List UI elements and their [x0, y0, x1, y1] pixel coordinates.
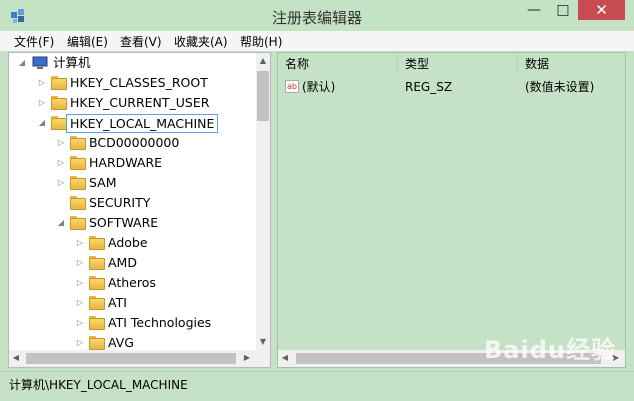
value-data: (数值未设置): [525, 80, 595, 94]
folder-icon: [51, 76, 67, 90]
tree-item[interactable]: ▷ ATI Technologies: [9, 313, 254, 333]
folder-icon: [70, 196, 86, 210]
tree-item-label: BCD00000000: [89, 135, 180, 150]
expand-arrow-icon[interactable]: ▷: [75, 273, 85, 293]
tree-item[interactable]: SECURITY: [9, 193, 254, 213]
collapse-arrow-icon[interactable]: ◢: [56, 213, 66, 233]
menu-edit[interactable]: 编辑(E): [67, 33, 108, 50]
tree-item-label: AMD: [108, 255, 137, 270]
folder-icon: [51, 116, 67, 130]
tree-item-label: ATI Technologies: [108, 315, 212, 330]
folder-icon: [89, 276, 105, 290]
folder-icon: [70, 136, 86, 150]
tree-item[interactable]: ◢ SOFTWARE: [9, 213, 254, 233]
list-item[interactable]: ab (默认) REG_SZ (数值未设置): [278, 77, 625, 97]
value-type: REG_SZ: [405, 80, 453, 94]
folder-icon: [89, 296, 105, 310]
string-value-icon: ab: [285, 80, 299, 93]
expand-arrow-icon[interactable]: ▷: [75, 293, 85, 313]
tree-item-computer[interactable]: ◢ 计算机: [9, 53, 249, 73]
expand-arrow-icon[interactable]: ▷: [56, 173, 66, 193]
values-list[interactable]: 名称 类型 数据 ab (默认) REG_SZ (数值未设置) ◀ ▶: [277, 52, 626, 368]
menu-favorites[interactable]: 收藏夹(A): [174, 33, 228, 50]
menu-help[interactable]: 帮助(H): [240, 33, 282, 50]
expand-arrow-icon[interactable]: ▷: [56, 153, 66, 173]
menu-bar: 文件(F) 编辑(E) 查看(V) 收藏夹(A) 帮助(H): [0, 31, 634, 51]
tree-item[interactable]: ▷ Adobe: [9, 233, 254, 253]
expand-arrow-icon[interactable]: ▷: [75, 313, 85, 333]
tree-item-label: SAM: [89, 175, 117, 190]
minimize-button[interactable]: —: [520, 0, 548, 20]
computer-icon: [32, 56, 48, 69]
scroll-up-icon[interactable]: ▲: [256, 53, 270, 69]
expand-arrow-icon[interactable]: ▷: [37, 93, 47, 113]
registry-tree[interactable]: ◢ 计算机 ▷ HKEY_CLASSES_ROOT ▷ HKEY_CURRENT_US…: [8, 52, 271, 368]
tree-item-label: HKEY_LOCAL_MACHINE: [66, 114, 219, 133]
title-bar: 注册表编辑器 — □ ✕: [0, 0, 634, 31]
expand-arrow-icon[interactable]: ▷: [75, 253, 85, 273]
menu-view[interactable]: 查看(V): [120, 33, 162, 50]
scroll-left-icon[interactable]: ◀: [278, 350, 292, 366]
expand-arrow-icon[interactable]: ▷: [56, 133, 66, 153]
scroll-left-icon[interactable]: ◀: [9, 350, 23, 366]
tree-item[interactable]: ▷ AMD: [9, 253, 254, 273]
scroll-right-icon[interactable]: ▶: [240, 350, 254, 366]
folder-icon: [89, 256, 105, 270]
expand-arrow-icon[interactable]: ▷: [75, 233, 85, 253]
folder-icon: [70, 156, 86, 170]
tree-item-label: SOFTWARE: [89, 215, 159, 230]
tree-scroll-thumb[interactable]: [257, 71, 269, 121]
status-bar: 计算机\HKEY_LOCAL_MACHINE: [0, 371, 634, 401]
column-header-type[interactable]: 类型: [398, 53, 518, 75]
column-header-name[interactable]: 名称: [278, 53, 398, 75]
tree-hscroll-thumb[interactable]: [26, 353, 236, 364]
tree-item-label: HKEY_CLASSES_ROOT: [70, 75, 208, 90]
tree-item[interactable]: ▷ Atheros: [9, 273, 254, 293]
tree-item-label: Adobe: [108, 235, 148, 250]
folder-icon: [51, 96, 67, 110]
tree-item-label: HKEY_CURRENT_USER: [70, 95, 210, 110]
tree-item[interactable]: ▷ HKEY_CURRENT_USER: [9, 93, 254, 113]
scroll-down-icon[interactable]: ▼: [256, 334, 270, 350]
watermark: Baidu经验: [484, 336, 616, 364]
tree-item-label: Atheros: [108, 275, 156, 290]
folder-icon: [89, 236, 105, 250]
tree-item-label: ATI: [108, 295, 127, 310]
current-key-path: 计算机\HKEY_LOCAL_MACHINE: [9, 378, 188, 392]
tree-horizontal-scrollbar[interactable]: ◀ ▶: [9, 350, 256, 367]
tree-item[interactable]: ▷ HKEY_CLASSES_ROOT: [9, 73, 254, 93]
column-header-data[interactable]: 数据: [518, 53, 625, 75]
tree-item-label: HARDWARE: [89, 155, 163, 170]
tree-item[interactable]: ▷ BCD00000000: [9, 133, 254, 153]
tree-item[interactable]: ▷ ATI: [9, 293, 254, 313]
folder-icon: [70, 216, 86, 230]
tree-vertical-scrollbar[interactable]: ▲ ▼: [256, 53, 270, 350]
scrollbar-corner: [256, 350, 270, 367]
menu-file[interactable]: 文件(F): [14, 33, 54, 50]
tree-item[interactable]: ▷ HARDWARE: [9, 153, 254, 173]
tree-item-label: SECURITY: [89, 195, 151, 210]
collapse-arrow-icon[interactable]: ◢: [17, 53, 27, 73]
maximize-button[interactable]: □: [549, 0, 577, 20]
tree-item[interactable]: ◢ HKEY_LOCAL_MACHINE: [9, 113, 254, 133]
close-button[interactable]: ✕: [578, 0, 625, 20]
collapse-arrow-icon[interactable]: ◢: [37, 113, 47, 133]
folder-icon: [89, 316, 105, 330]
tree-label-computer: 计算机: [53, 55, 91, 70]
folder-icon: [89, 336, 105, 350]
tree-item[interactable]: ▷ SAM: [9, 173, 254, 193]
value-name: (默认): [302, 80, 336, 94]
folder-icon: [70, 176, 86, 190]
expand-arrow-icon[interactable]: ▷: [37, 73, 47, 93]
